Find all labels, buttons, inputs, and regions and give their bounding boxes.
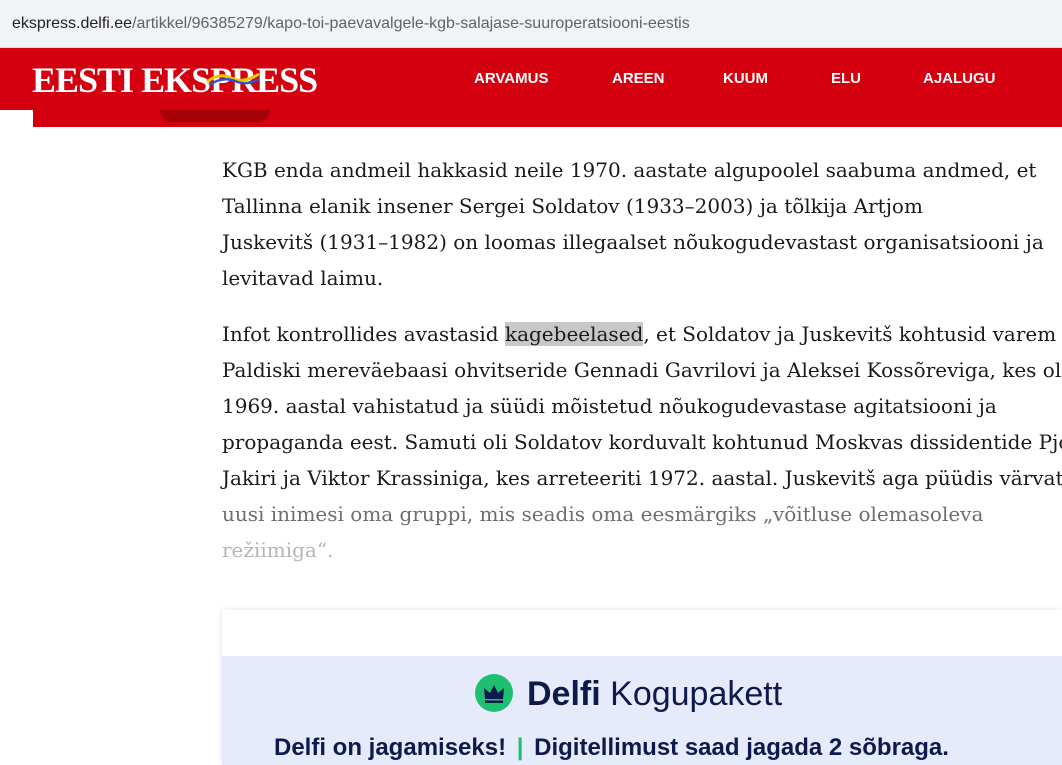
main-nav: ARVAMUS AREEN KUUM ELU AJALUGU — [0, 48, 1062, 110]
article-line: Juskevitš (1931–1982) on loomas illegaal… — [222, 230, 1044, 254]
article-line: Paldiski mereväebaasi ohvitseride Gennad… — [222, 358, 1062, 382]
address-field[interactable]: ekspress.delfi.ee/artikkel/96385279/kapo… — [0, 6, 1062, 42]
article-paragraph-1: KGB enda andmeil hakkasid neile 1970. aa… — [222, 152, 1052, 296]
nav-item-elu[interactable]: ELU — [831, 70, 861, 87]
article-line: propaganda eest. Samuti oli Soldatov kor… — [222, 430, 1062, 454]
article-line-faded: uusi inimesi oma gruppi, mis seadis oma … — [222, 502, 984, 526]
promo-brand-bold: Delfi — [527, 675, 601, 713]
paywall-promo-panel: Delfi Kogupakett Delfi on jagamiseks! | … — [222, 656, 1062, 765]
nav-item-arvamus[interactable]: ARVAMUS — [474, 70, 548, 87]
paywall-promo: Delfi Kogupakett Delfi on jagamiseks! | … — [222, 610, 1062, 765]
nav-item-ajalugu[interactable]: AJALUGU — [923, 70, 996, 87]
text-selection-highlight: kagebeelased — [504, 322, 644, 346]
article-text: Infot kontrollides avastasid — [222, 322, 505, 346]
header-strip-shadow — [160, 110, 270, 122]
promo-tagline-left: Delfi on jagamiseks! — [274, 734, 507, 761]
url-host: ekspress.delfi.ee — [12, 15, 133, 32]
article-line-faded: režiimiga“. — [222, 538, 334, 562]
article-line: Jakiri ja Viktor Krassiniga, kes arretee… — [222, 466, 1062, 490]
article-line: Infot kontrollides avastasid kagebeelase… — [222, 316, 1056, 352]
promo-tagline: Delfi on jagamiseks! | Digitellimust saa… — [274, 734, 949, 762]
article-line: levitavad laimu. — [222, 266, 384, 290]
promo-tagline-separator: | — [516, 734, 524, 761]
article-paragraph-2: Infot kontrollides avastasid kagebeelase… — [222, 316, 1062, 568]
nav-item-areen[interactable]: AREEN — [612, 70, 665, 87]
browser-url-bar[interactable]: ekspress.delfi.ee/artikkel/96385279/kapo… — [0, 0, 1062, 48]
article-line: KGB enda andmeil hakkasid neile 1970. aa… — [222, 158, 1037, 182]
site-header: EESTI EKSPRESS ARVAMUS AREEN KUUM ELU AJ… — [0, 48, 1062, 110]
article-line: 1969. aastal vahistatud ja süüdi mõistet… — [222, 394, 997, 418]
nav-item-kuum[interactable]: KUUM — [723, 70, 768, 87]
crown-icon — [475, 674, 513, 712]
promo-brand-rest: Kogupakett — [610, 675, 783, 713]
article-body: KGB enda andmeil hakkasid neile 1970. aa… — [222, 152, 1062, 588]
promo-brand-name: Delfi Kogupakett — [527, 674, 782, 714]
url-text[interactable]: ekspress.delfi.ee/artikkel/96385279/kapo… — [12, 15, 690, 33]
url-path: /artikkel/96385279/kapo-toi-paevavalgele… — [132, 15, 690, 32]
article-text: , et Soldatov ja Juskevitš kohtusid vare… — [643, 322, 1057, 346]
promo-tagline-right: Digitellimust saad jagada 2 sõbraga. — [534, 734, 949, 761]
article-line: Tallinna elanik insener Sergei Soldatov … — [222, 194, 923, 218]
